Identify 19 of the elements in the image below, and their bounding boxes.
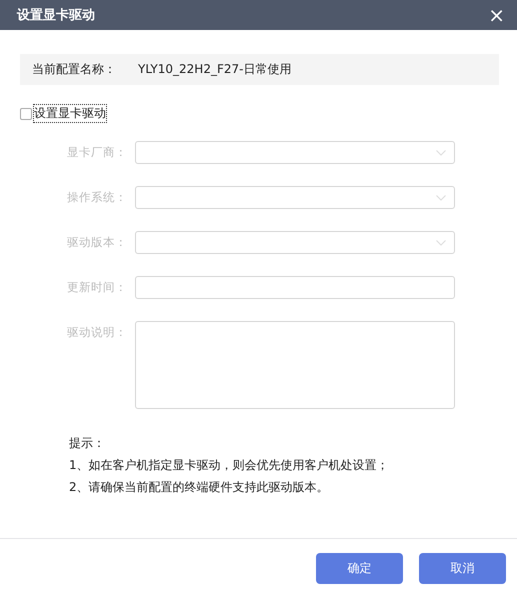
caret-icon [436, 194, 446, 200]
field-label: 操作系统： [67, 189, 121, 206]
hint-text: 2、请确保当前配置的终端硬件支持此驱动版本。 [69, 479, 330, 496]
caret-icon [436, 150, 446, 156]
config-name: YLY10_22H2_F27-日常使用 [138, 61, 292, 78]
confirm-button[interactable]: 确定 [316, 553, 403, 584]
field-label: 驱动版本： [67, 234, 121, 251]
window-title: 设置显卡驱动 [17, 7, 95, 24]
close-button[interactable]: × [484, 5, 509, 25]
field-label: 驱动说明： [67, 324, 121, 341]
checkbox-label[interactable]: 设置显卡驱动 [34, 105, 106, 122]
config-label: 当前配置名称： [32, 61, 116, 78]
field-label: 显卡厂商： [67, 144, 121, 161]
hint-text: 1、如在客户机指定显卡驱动，则会优先使用客户机处设置； [69, 457, 390, 474]
cancel-button[interactable]: 取消 [419, 553, 506, 584]
checkbox[interactable] [20, 108, 32, 120]
caret-icon [436, 240, 446, 246]
field-label: 更新时间： [67, 279, 121, 296]
hint-text: 提示： [69, 435, 106, 452]
